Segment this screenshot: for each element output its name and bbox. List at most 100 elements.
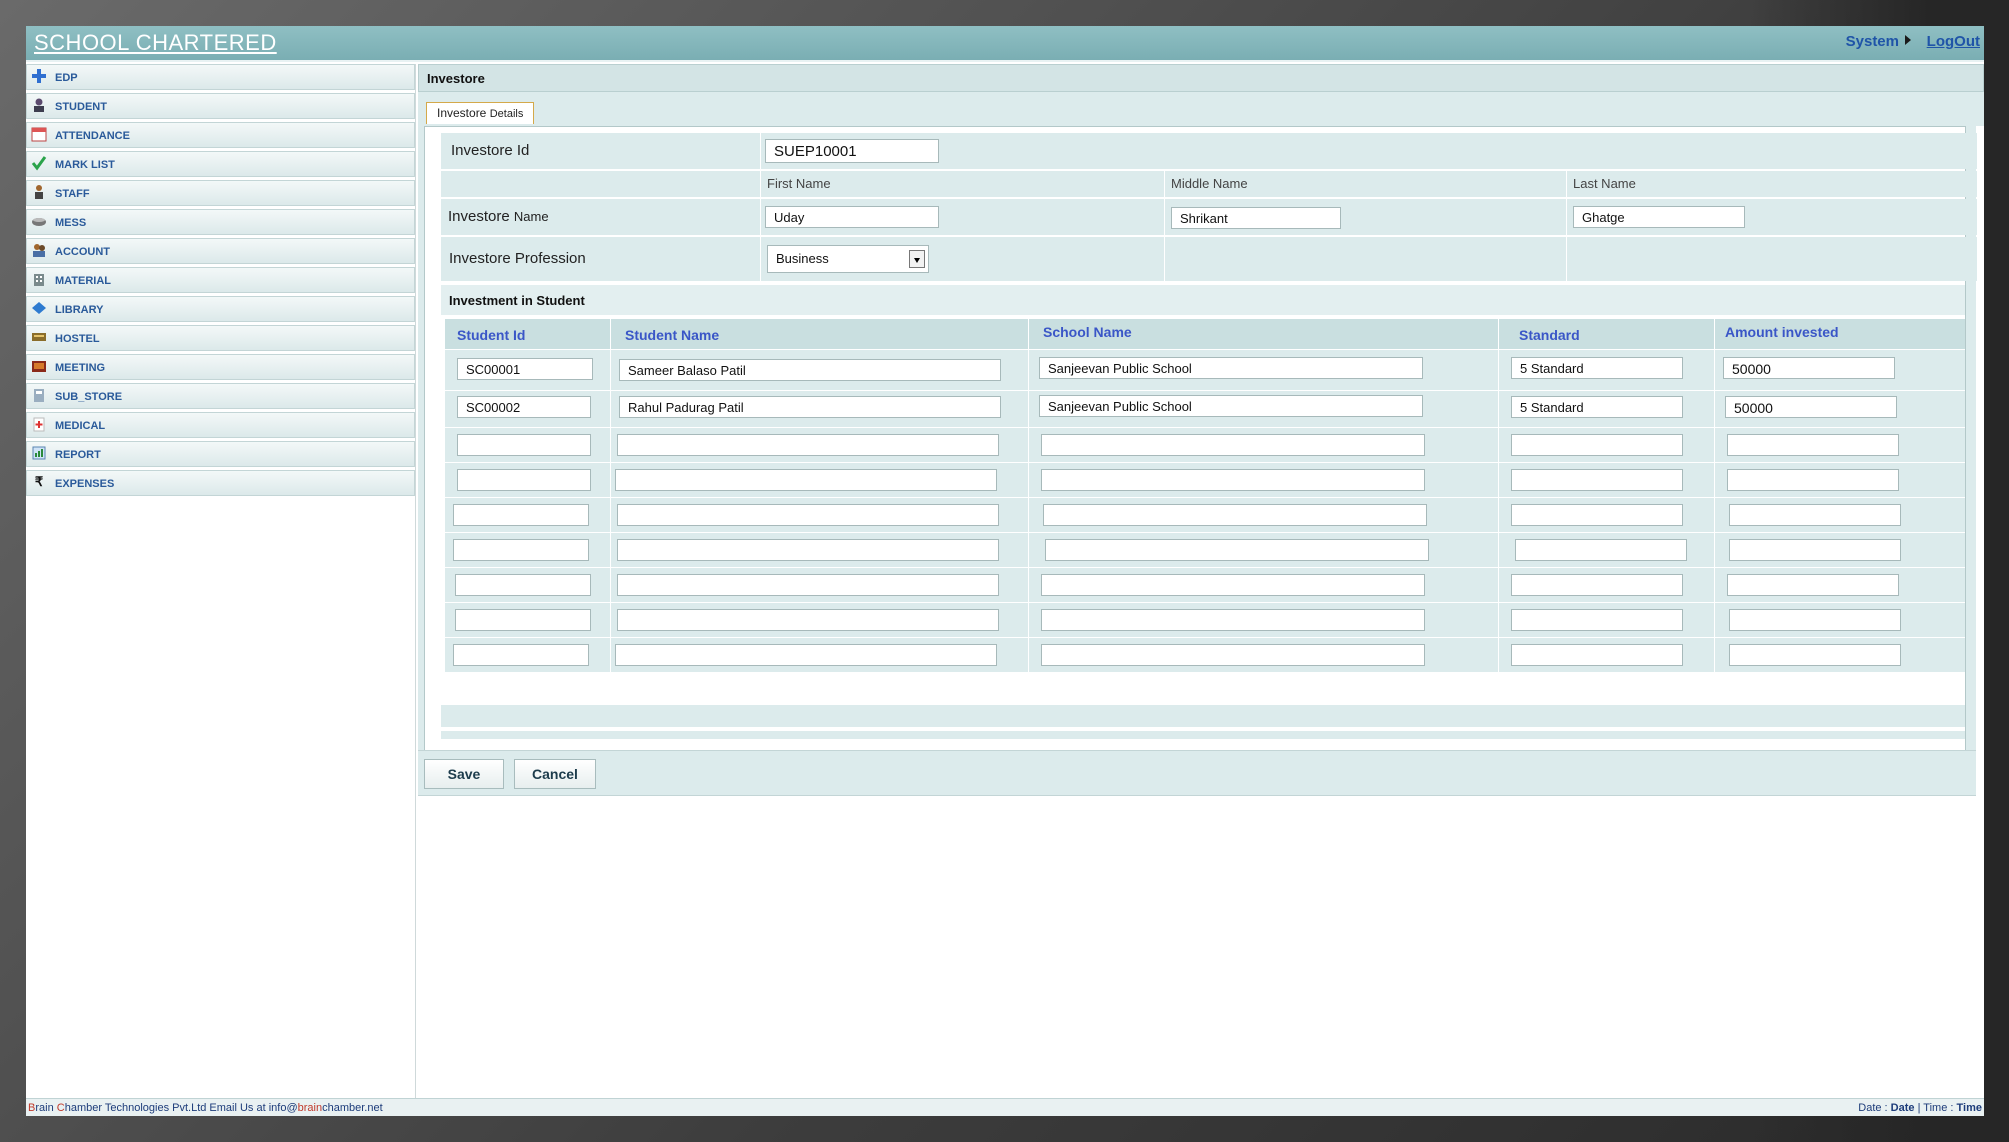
blank-cell xyxy=(1165,237,1567,281)
school-name-field[interactable] xyxy=(1041,609,1425,631)
school-name-field[interactable] xyxy=(1045,539,1429,561)
system-menu[interactable]: System xyxy=(1846,33,1911,50)
student-id-field[interactable] xyxy=(455,609,591,631)
amount-invested-field[interactable]: 50000 xyxy=(1725,396,1897,418)
amount-invested-field[interactable] xyxy=(1729,644,1901,666)
row-cell xyxy=(1499,603,1715,637)
amount-invested-field[interactable] xyxy=(1729,504,1901,526)
sidebar-item-staff[interactable]: STAFF xyxy=(26,180,415,206)
logout-link[interactable]: LogOut xyxy=(1927,33,1980,50)
table-row xyxy=(445,498,1965,533)
sidebar-item-report[interactable]: REPORT xyxy=(26,441,415,467)
standard-field[interactable] xyxy=(1511,504,1683,526)
student-name-field[interactable]: Rahul Padurag Patil xyxy=(619,396,1001,418)
school-name-field[interactable] xyxy=(1043,504,1427,526)
footer-datetime: Date : Date | Time : Time xyxy=(1858,1102,1982,1114)
standard-field[interactable] xyxy=(1511,574,1683,596)
sidebar-item-attendance[interactable]: ATTENDANCE xyxy=(26,122,415,148)
rupee-icon: ₹ xyxy=(34,474,44,489)
sidebar-item-mess[interactable]: MESS xyxy=(26,209,415,235)
sidebar-item-account[interactable]: ACCOUNT xyxy=(26,238,415,264)
investore-name-row: Investore Name Uday Shrikant Ghatge xyxy=(441,199,1977,235)
student-name-field[interactable] xyxy=(615,469,997,491)
student-icon xyxy=(31,97,47,113)
investore-name-label: Investore Name xyxy=(448,208,549,225)
tab-bar: Investore Details xyxy=(418,92,1984,126)
footer-email-brain[interactable]: brain xyxy=(298,1102,322,1114)
app-title[interactable]: SCHOOL CHARTERED xyxy=(34,30,277,56)
standard-field[interactable] xyxy=(1511,469,1683,491)
student-id-field[interactable] xyxy=(457,434,591,456)
investore-name-label-small: Name xyxy=(513,209,549,224)
amount-invested-field[interactable]: 50000 xyxy=(1723,357,1895,379)
amount-invested-field[interactable] xyxy=(1729,539,1901,561)
header-school-name: School Name xyxy=(1043,324,1132,340)
cancel-button[interactable]: Cancel xyxy=(514,759,596,789)
book-icon xyxy=(31,300,47,316)
row-cell: Sanjeevan Public School xyxy=(1029,391,1499,427)
row-cell xyxy=(1499,463,1715,497)
student-id-field[interactable] xyxy=(457,469,591,491)
last-name-field[interactable]: Ghatge xyxy=(1573,206,1745,228)
sidebar-item-medical[interactable]: MEDICAL xyxy=(26,412,415,438)
sidebar-item-student[interactable]: STUDENT xyxy=(26,93,415,119)
student-name-field[interactable]: Sameer Balaso Patil xyxy=(619,359,1001,381)
blank-cell xyxy=(1567,237,1977,281)
standard-field[interactable] xyxy=(1511,609,1683,631)
student-id-field[interactable] xyxy=(455,574,591,596)
standard-field[interactable]: 5 Standard xyxy=(1511,357,1683,379)
checkmark-icon xyxy=(31,155,47,171)
school-name-field[interactable] xyxy=(1041,434,1425,456)
school-name-field[interactable]: Sanjeevan Public School xyxy=(1039,395,1423,417)
tab-investore-details[interactable]: Investore Details xyxy=(426,102,535,124)
student-id-field[interactable] xyxy=(453,539,589,561)
sidebar-item-expenses[interactable]: ₹ EXPENSES xyxy=(26,470,415,496)
header-cell: Amount invested xyxy=(1715,319,1965,349)
sidebar-item-material[interactable]: MATERIAL xyxy=(26,267,415,293)
middle-name-field[interactable]: Shrikant xyxy=(1171,207,1341,229)
student-id-field[interactable]: SC00002 xyxy=(457,396,591,418)
standard-field[interactable] xyxy=(1511,434,1683,456)
sidebar-item-hostel[interactable]: HOSTEL xyxy=(26,325,415,351)
amount-invested-field[interactable] xyxy=(1729,609,1901,631)
student-name-field[interactable] xyxy=(617,504,999,526)
sidebar-item-mark-list[interactable]: MARK LIST xyxy=(26,151,415,177)
student-id-field[interactable] xyxy=(453,644,589,666)
school-name-field[interactable]: Sanjeevan Public School xyxy=(1039,357,1423,379)
standard-field[interactable] xyxy=(1515,539,1687,561)
investore-id-field[interactable]: SUEP10001 xyxy=(765,139,939,163)
school-name-field[interactable] xyxy=(1041,644,1425,666)
profession-select[interactable]: Business xyxy=(767,245,929,273)
student-name-field[interactable] xyxy=(615,644,997,666)
sidebar-item-meeting[interactable]: MEETING xyxy=(26,354,415,380)
amount-invested-field[interactable] xyxy=(1727,434,1899,456)
date-label: Date : xyxy=(1858,1102,1891,1114)
first-name-field[interactable]: Uday xyxy=(765,206,939,228)
student-name-field[interactable] xyxy=(617,434,999,456)
standard-field[interactable]: 5 Standard xyxy=(1511,396,1683,418)
footer-email-rest[interactable]: chamber.net xyxy=(322,1102,383,1114)
student-name-field[interactable] xyxy=(617,574,999,596)
student-id-field[interactable] xyxy=(453,504,589,526)
sidebar-item-label: LIBRARY xyxy=(55,304,104,316)
row-cell xyxy=(1715,603,1965,637)
student-name-field[interactable] xyxy=(617,609,999,631)
amount-invested-field[interactable] xyxy=(1727,469,1899,491)
sidebar-item-label: MATERIAL xyxy=(55,275,112,287)
amount-invested-field[interactable] xyxy=(1727,574,1899,596)
table-row: SC00001 Sameer Balaso Patil Sanjeevan Pu… xyxy=(445,350,1965,391)
standard-field[interactable] xyxy=(1511,644,1683,666)
student-id-field[interactable]: SC00001 xyxy=(457,358,593,380)
sidebar-item-library[interactable]: LIBRARY xyxy=(26,296,415,322)
sidebar-item-edp[interactable]: EDP xyxy=(26,64,415,90)
save-button[interactable]: Save xyxy=(424,759,504,789)
school-name-field[interactable] xyxy=(1041,469,1425,491)
building-icon xyxy=(31,271,47,287)
sidebar-item-sub-store[interactable]: SUB_STORE xyxy=(26,383,415,409)
row-cell xyxy=(445,603,611,637)
header-cell: Standard xyxy=(1499,319,1715,349)
investment-table: Student Id Student Name School Name Stan… xyxy=(445,319,1965,673)
chevron-down-icon[interactable] xyxy=(909,250,925,268)
student-name-field[interactable] xyxy=(617,539,999,561)
school-name-field[interactable] xyxy=(1041,574,1425,596)
